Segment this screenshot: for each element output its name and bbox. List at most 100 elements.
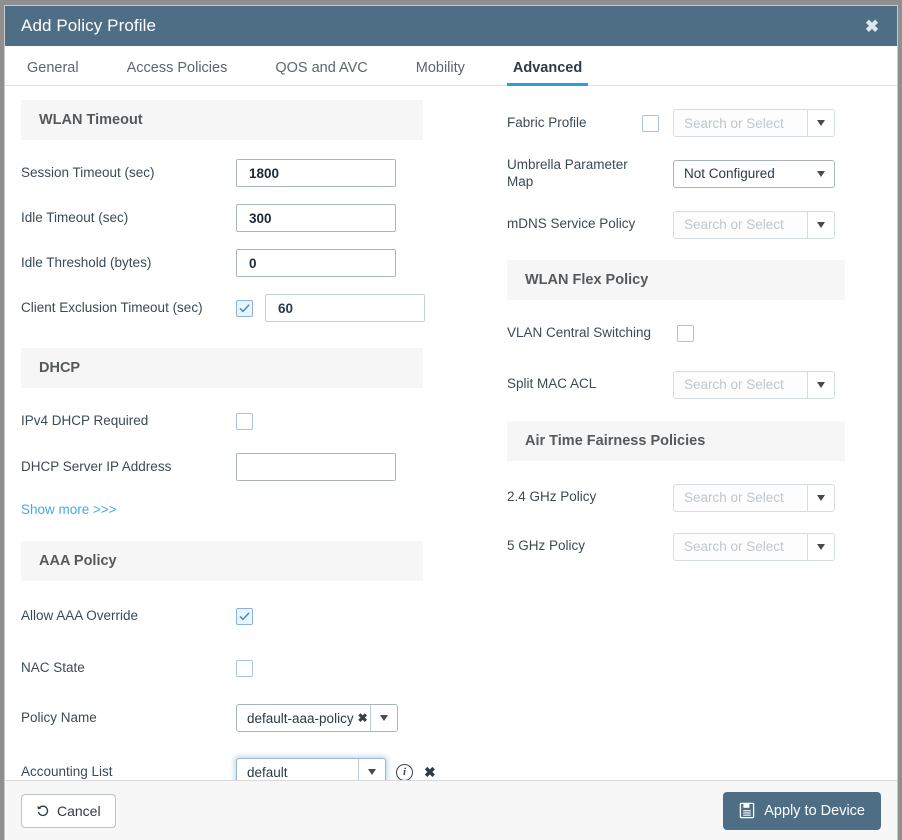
accounting-list-label: Accounting List bbox=[21, 764, 236, 780]
mdns-service-policy-label: mDNS Service Policy bbox=[507, 216, 642, 233]
section-dhcp-heading: DHCP bbox=[21, 348, 423, 388]
row-dhcp-server-ip: DHCP Server IP Address bbox=[21, 452, 455, 482]
section-wlan-flex-policy-heading: WLAN Flex Policy bbox=[507, 260, 845, 300]
idle-threshold-input[interactable] bbox=[236, 249, 396, 277]
row-session-timeout: Session Timeout (sec) bbox=[21, 158, 455, 188]
row-idle-timeout: Idle Timeout (sec) bbox=[21, 203, 455, 233]
add-policy-profile-dialog: Add Policy Profile ✖ General Access Poli… bbox=[4, 5, 898, 840]
ghz24-policy-select[interactable]: Search or Select bbox=[673, 484, 835, 512]
row-vlan-central-switching: VLAN Central Switching bbox=[491, 319, 879, 349]
section-wlan-timeout-heading: WLAN Timeout bbox=[21, 100, 423, 140]
accounting-list-dropdown-arrow[interactable] bbox=[358, 759, 385, 780]
accounting-list-value-wrap: default bbox=[237, 759, 358, 780]
dialog-titlebar: Add Policy Profile ✖ bbox=[5, 6, 897, 46]
ghz5-policy-select[interactable]: Search or Select bbox=[673, 533, 835, 561]
row-allow-aaa-override: Allow AAA Override bbox=[21, 601, 455, 631]
dialog-footer: Cancel Apply to Device bbox=[5, 780, 897, 840]
dialog-body: WLAN Timeout Session Timeout (sec) Idle … bbox=[5, 86, 897, 780]
umbrella-parameter-map-label: Umbrella Parameter Map bbox=[507, 157, 642, 191]
section-aaa-policy-heading: AAA Policy bbox=[21, 541, 423, 581]
fabric-profile-checkbox[interactable] bbox=[642, 115, 659, 132]
tab-qos-and-avc[interactable]: QOS and AVC bbox=[275, 60, 367, 85]
policy-name-clear-icon[interactable]: ✖ bbox=[358, 712, 368, 724]
tab-access-policies[interactable]: Access Policies bbox=[127, 60, 228, 85]
nac-state-label: NAC State bbox=[21, 660, 236, 677]
mdns-service-policy-dropdown-arrow[interactable] bbox=[807, 212, 834, 238]
row-mdns-service-policy: mDNS Service Policy Search or Select bbox=[491, 210, 879, 240]
checkmark-icon bbox=[239, 303, 250, 314]
right-column: Fabric Profile Search or Select Umbrella… bbox=[475, 100, 895, 780]
tab-mobility[interactable]: Mobility bbox=[416, 60, 465, 85]
split-mac-acl-select[interactable]: Search or Select bbox=[673, 371, 835, 399]
dhcp-server-ip-input[interactable] bbox=[236, 453, 396, 481]
ghz5-policy-placeholder: Search or Select bbox=[674, 534, 807, 560]
row-24ghz-policy: 2.4 GHz Policy Search or Select bbox=[491, 483, 879, 513]
policy-name-value-wrap: default-aaa-policy ✖ bbox=[237, 705, 370, 731]
umbrella-parameter-map-select[interactable]: Not Configured bbox=[673, 160, 835, 188]
fabric-profile-placeholder: Search or Select bbox=[674, 110, 807, 136]
row-idle-threshold: Idle Threshold (bytes) bbox=[21, 248, 455, 278]
vlan-central-switching-checkbox[interactable] bbox=[677, 325, 694, 342]
fabric-profile-dropdown-arrow[interactable] bbox=[807, 110, 834, 136]
accounting-list-select[interactable]: default bbox=[236, 758, 386, 780]
policy-name-dropdown-arrow[interactable] bbox=[370, 705, 397, 731]
fabric-profile-select[interactable]: Search or Select bbox=[673, 109, 835, 137]
apply-to-device-button-label: Apply to Device bbox=[764, 803, 865, 819]
vlan-central-switching-label: VLAN Central Switching bbox=[507, 325, 677, 342]
accounting-list-value: default bbox=[247, 765, 288, 780]
apply-to-device-button[interactable]: Apply to Device bbox=[723, 792, 881, 830]
split-mac-acl-placeholder: Search or Select bbox=[674, 372, 807, 398]
chevron-down-icon bbox=[817, 120, 825, 126]
row-5ghz-policy: 5 GHz Policy Search or Select bbox=[491, 532, 879, 562]
tab-general[interactable]: General bbox=[27, 60, 79, 85]
undo-icon bbox=[36, 804, 50, 818]
left-column: WLAN Timeout Session Timeout (sec) Idle … bbox=[5, 100, 475, 780]
tab-advanced[interactable]: Advanced bbox=[513, 60, 582, 85]
accounting-list-info-icon[interactable]: i bbox=[396, 764, 413, 781]
dhcp-server-ip-label: DHCP Server IP Address bbox=[21, 459, 236, 476]
row-split-mac-acl: Split MAC ACL Search or Select bbox=[491, 370, 879, 400]
mdns-service-policy-select[interactable]: Search or Select bbox=[673, 211, 835, 239]
ghz24-policy-dropdown-arrow[interactable] bbox=[807, 485, 834, 511]
split-mac-acl-label: Split MAC ACL bbox=[507, 376, 642, 393]
fabric-profile-label: Fabric Profile bbox=[507, 115, 642, 132]
row-fabric-profile: Fabric Profile Search or Select bbox=[491, 108, 879, 138]
row-accounting-list: Accounting List default i ✖ bbox=[21, 757, 455, 780]
allow-aaa-override-label: Allow AAA Override bbox=[21, 608, 236, 625]
client-exclusion-timeout-checkbox[interactable] bbox=[236, 300, 253, 317]
session-timeout-input[interactable] bbox=[236, 159, 396, 187]
umbrella-parameter-map-dropdown-arrow[interactable] bbox=[808, 161, 834, 187]
tab-bar: General Access Policies QOS and AVC Mobi… bbox=[5, 46, 897, 86]
close-icon[interactable]: ✖ bbox=[861, 15, 883, 37]
ipv4-dhcp-required-label: IPv4 DHCP Required bbox=[21, 413, 236, 430]
policy-name-value: default-aaa-policy bbox=[247, 711, 354, 726]
row-ipv4-dhcp-required: IPv4 DHCP Required bbox=[21, 406, 455, 436]
policy-name-select[interactable]: default-aaa-policy ✖ bbox=[236, 704, 398, 732]
allow-aaa-override-checkbox[interactable] bbox=[236, 608, 253, 625]
row-client-exclusion-timeout: Client Exclusion Timeout (sec) bbox=[21, 293, 455, 323]
chevron-down-icon bbox=[817, 495, 825, 501]
chevron-down-icon bbox=[817, 171, 825, 177]
chevron-down-icon bbox=[817, 382, 825, 388]
split-mac-acl-dropdown-arrow[interactable] bbox=[807, 372, 834, 398]
chevron-down-icon bbox=[817, 544, 825, 550]
show-more-link[interactable]: Show more >>> bbox=[21, 502, 117, 517]
row-policy-name: Policy Name default-aaa-policy ✖ bbox=[21, 703, 455, 733]
section-air-time-fairness-heading: Air Time Fairness Policies bbox=[507, 421, 845, 461]
ghz24-policy-placeholder: Search or Select bbox=[674, 485, 807, 511]
ghz24-policy-label: 2.4 GHz Policy bbox=[507, 489, 642, 506]
idle-timeout-label: Idle Timeout (sec) bbox=[21, 210, 236, 227]
cancel-button[interactable]: Cancel bbox=[21, 794, 116, 828]
ghz5-policy-dropdown-arrow[interactable] bbox=[807, 534, 834, 560]
client-exclusion-timeout-input[interactable] bbox=[265, 294, 425, 322]
client-exclusion-timeout-label: Client Exclusion Timeout (sec) bbox=[21, 300, 236, 317]
idle-timeout-input[interactable] bbox=[236, 204, 396, 232]
chevron-down-icon bbox=[380, 715, 388, 721]
policy-name-label: Policy Name bbox=[21, 710, 236, 727]
ipv4-dhcp-required-checkbox[interactable] bbox=[236, 413, 253, 430]
accounting-list-clear-icon[interactable]: ✖ bbox=[424, 765, 436, 779]
idle-threshold-label: Idle Threshold (bytes) bbox=[21, 255, 236, 272]
nac-state-checkbox[interactable] bbox=[236, 660, 253, 677]
checkmark-icon bbox=[239, 611, 250, 622]
cancel-button-label: Cancel bbox=[57, 803, 101, 819]
